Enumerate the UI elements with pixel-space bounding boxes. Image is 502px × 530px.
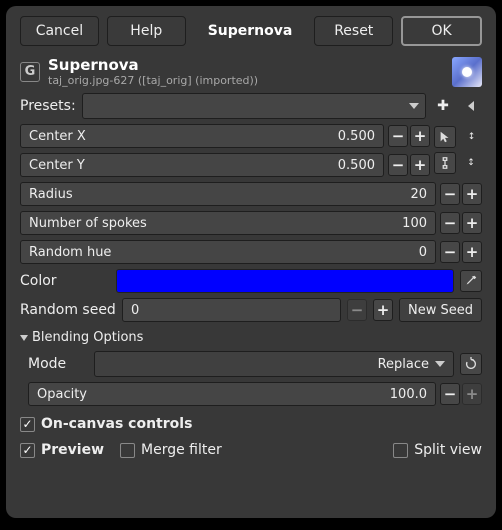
seed-decrement[interactable]: − <box>347 299 367 321</box>
random-hue-label: Random hue <box>29 245 419 260</box>
dialog-supernova: Cancel Help Supernova Reset OK G Superno… <box>6 6 496 518</box>
dialog-buttons: Cancel Help Supernova Reset OK <box>20 16 482 46</box>
unit-below[interactable]: ↕ <box>460 152 482 174</box>
preset-menu-button[interactable] <box>460 95 482 117</box>
on-canvas-label: On-canvas controls <box>41 416 192 432</box>
opacity-input[interactable]: Opacity 100.0 <box>28 382 436 406</box>
reset-button[interactable]: Reset <box>314 16 393 46</box>
center-y-label: Center Y <box>29 158 338 173</box>
mode-combo[interactable]: Replace <box>94 351 454 377</box>
pointer-icon <box>438 130 452 144</box>
preview-label: Preview <box>41 442 104 458</box>
random-seed-value: 0 <box>131 303 139 318</box>
presets-label: Presets: <box>20 98 76 114</box>
opacity-decrement[interactable]: − <box>440 383 460 405</box>
spokes-value: 100 <box>402 216 427 231</box>
cancel-button[interactable]: Cancel <box>20 16 99 46</box>
random-seed-label: Random seed <box>20 302 116 318</box>
chevron-down-icon <box>435 361 445 367</box>
random-hue-input[interactable]: Random hue 0 <box>20 240 436 264</box>
radius-label: Radius <box>29 187 410 202</box>
dialog-title: Supernova <box>194 16 307 46</box>
center-y-input[interactable]: Center Y 0.500 <box>20 153 384 177</box>
presets-row: Presets: ✚ <box>20 93 482 119</box>
on-canvas-checkbox[interactable] <box>20 417 35 432</box>
new-seed-button[interactable]: New Seed <box>399 298 482 322</box>
chain-icon <box>438 156 452 170</box>
radius-value: 20 <box>410 187 427 202</box>
ok-button[interactable]: OK <box>401 16 482 46</box>
blending-section-label: Blending Options <box>32 330 143 345</box>
center-y-value: 0.500 <box>338 158 375 173</box>
center-y-decrement[interactable]: − <box>388 154 408 176</box>
spokes-decrement[interactable]: − <box>440 212 460 234</box>
link-axes-button[interactable] <box>434 152 456 174</box>
radius-input[interactable]: Radius 20 <box>20 182 436 206</box>
radius-decrement[interactable]: − <box>440 183 460 205</box>
center-x-increment[interactable]: + <box>410 125 430 147</box>
color-picker-button[interactable] <box>460 270 482 292</box>
mode-label: Mode <box>28 356 88 372</box>
gimp-icon: G <box>20 62 40 82</box>
merge-filter-checkbox[interactable] <box>120 443 135 458</box>
radius-increment[interactable]: + <box>462 183 482 205</box>
presets-combo[interactable] <box>82 93 426 119</box>
center-x-decrement[interactable]: − <box>388 125 408 147</box>
unit-above[interactable]: ↕ <box>460 126 482 148</box>
center-x-label: Center X <box>29 129 338 144</box>
blending-expander[interactable]: Blending Options <box>20 330 482 345</box>
random-seed-input[interactable]: 0 <box>122 298 341 322</box>
opacity-increment[interactable]: + <box>462 383 482 405</box>
seed-increment[interactable]: + <box>373 299 393 321</box>
eyedropper-icon <box>464 274 478 288</box>
spokes-label: Number of spokes <box>29 216 402 231</box>
filter-title: Supernova <box>48 56 444 74</box>
triangle-left-icon <box>468 101 474 111</box>
color-swatch[interactable] <box>116 269 454 293</box>
mode-value: Replace <box>378 357 429 372</box>
random-hue-decrement[interactable]: − <box>440 241 460 263</box>
merge-filter-label: Merge filter <box>141 442 222 458</box>
random-hue-increment[interactable]: + <box>462 241 482 263</box>
split-view-checkbox[interactable] <box>393 443 408 458</box>
filter-subtitle: taj_orig.jpg-627 ([taj_orig] (imported)) <box>48 74 444 87</box>
random-hue-value: 0 <box>419 245 427 260</box>
help-button[interactable]: Help <box>107 16 186 46</box>
color-label: Color <box>20 273 110 289</box>
filter-header: G Supernova taj_orig.jpg-627 ([taj_orig]… <box>20 56 482 87</box>
image-thumbnail <box>452 57 482 87</box>
opacity-label: Opacity <box>37 387 390 402</box>
chevron-down-icon <box>409 103 419 109</box>
center-y-increment[interactable]: + <box>410 154 430 176</box>
chevron-down-icon <box>20 335 28 341</box>
spokes-increment[interactable]: + <box>462 212 482 234</box>
mode-reset-button[interactable] <box>460 353 482 375</box>
center-x-value: 0.500 <box>338 129 375 144</box>
reset-icon <box>464 357 478 371</box>
opacity-value: 100.0 <box>390 387 427 402</box>
spokes-input[interactable]: Number of spokes 100 <box>20 211 436 235</box>
pick-point-button[interactable] <box>434 126 456 148</box>
split-view-label: Split view <box>414 442 482 458</box>
center-x-input[interactable]: Center X 0.500 <box>20 124 384 148</box>
preview-checkbox[interactable] <box>20 443 35 458</box>
preset-add-button[interactable]: ✚ <box>432 95 454 117</box>
